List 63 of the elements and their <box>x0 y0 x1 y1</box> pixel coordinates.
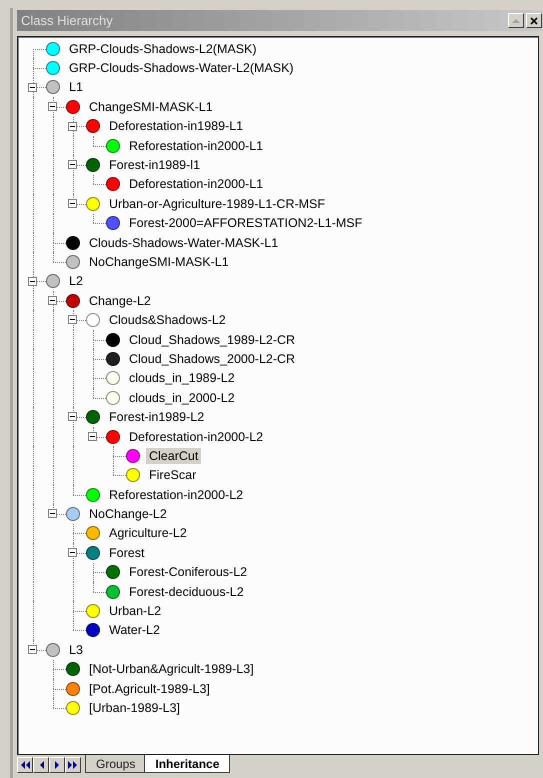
previous-tab-button[interactable] <box>33 757 49 773</box>
class-label[interactable]: Reforestation-in2000-L1 <box>126 138 266 154</box>
class-label[interactable]: Forest-2000=AFFORESTATION2-L1-MSF <box>126 215 366 232</box>
class-label[interactable]: Clouds-Shadows-Water-MASK-L1 <box>86 234 282 251</box>
class-label[interactable]: Cloud_Shadows_2000-L2-CR <box>126 350 298 367</box>
collapse-toggle[interactable] <box>68 315 77 324</box>
class-label[interactable]: L1 <box>66 79 86 96</box>
class-label[interactable]: Deforestation-in2000-L2 <box>126 428 266 444</box>
class-label[interactable]: GRP-Clouds-Shadows-Water-L2(MASK) <box>66 60 297 76</box>
class-label[interactable]: ClearCut <box>146 448 202 464</box>
close-icon <box>530 16 538 24</box>
class-label[interactable]: clouds_in_2000-L2 <box>126 390 238 406</box>
collapse-toggle[interactable] <box>68 160 77 170</box>
class-label[interactable]: L3 <box>66 642 86 658</box>
class-label[interactable]: Forest-Coniferous-L2 <box>126 564 250 580</box>
class-label[interactable]: L2 <box>66 273 86 290</box>
collapse-toggle[interactable] <box>68 122 77 131</box>
class-label[interactable]: Forest-deciduous-L2 <box>126 584 247 600</box>
collapse-toggle[interactable] <box>68 548 77 558</box>
collapse-toggle[interactable] <box>48 509 57 518</box>
class-label[interactable]: Forest <box>106 544 148 561</box>
next-tab-button[interactable] <box>49 757 65 773</box>
last-tab-button[interactable] <box>65 757 81 773</box>
close-button[interactable] <box>526 13 542 28</box>
class-label[interactable]: Clouds&Shadows-L2 <box>106 312 229 328</box>
class-label[interactable]: Water-L2 <box>106 622 163 638</box>
class-label[interactable]: NoChange-L2 <box>86 506 170 522</box>
class-label[interactable]: Reforestation-in2000-L2 <box>106 486 246 503</box>
restore-button[interactable] <box>508 13 524 28</box>
left-arrow-icon <box>38 761 44 769</box>
class-label[interactable]: Forest-in1989-L2 <box>106 409 208 426</box>
class-label[interactable]: Urban-or-Agriculture-1989-L1-CR-MSF <box>106 196 328 212</box>
class-label[interactable]: Agriculture-L2 <box>106 525 190 542</box>
collapse-toggle[interactable] <box>28 82 37 92</box>
collapse-toggle[interactable] <box>88 432 97 441</box>
collapse-toggle[interactable] <box>48 296 57 306</box>
class-label[interactable]: clouds_in_1989-L2 <box>126 370 238 386</box>
collapse-toggle[interactable] <box>68 199 77 208</box>
class-label[interactable]: Deforestation-in1989-L1 <box>106 118 246 134</box>
class-label[interactable]: Urban-L2 <box>106 603 164 620</box>
first-tab-button[interactable] <box>17 757 33 773</box>
collapse-toggle[interactable] <box>48 102 57 112</box>
double-left-arrow-icon <box>20 761 30 769</box>
collapse-toggle[interactable] <box>28 276 37 286</box>
class-label[interactable]: [Urban-1989-L3] <box>86 700 184 716</box>
class-label[interactable]: FireScar <box>146 467 200 484</box>
double-right-arrow-icon <box>68 761 78 769</box>
class-label[interactable]: Change-L2 <box>86 292 154 309</box>
window-title: Class Hierarchy <box>21 13 113 28</box>
collapse-toggle[interactable] <box>28 645 37 654</box>
class-label[interactable]: GRP-Clouds-Shadows-L2(MASK) <box>66 40 260 57</box>
right-arrow-icon <box>54 761 60 769</box>
class-label[interactable]: [Not-Urban&Agricult-1989-L3] <box>86 661 257 678</box>
up-triangle-icon <box>512 18 520 24</box>
tab[interactable]: Groups <box>85 755 146 773</box>
class-label[interactable]: Forest-in1989-l1 <box>106 157 204 174</box>
class-label[interactable]: Deforestation-in2000-L1 <box>126 176 266 192</box>
class-label[interactable]: ChangeSMI-MASK-L1 <box>86 98 216 115</box>
class-label[interactable]: [Pot.Agricult-1989-L3] <box>86 680 213 697</box>
collapse-toggle[interactable] <box>68 412 77 422</box>
class-label[interactable]: NoChangeSMI-MASK-L1 <box>86 254 232 270</box>
tab[interactable]: Inheritance <box>144 755 230 773</box>
class-label[interactable]: Cloud_Shadows_1989-L2-CR <box>126 332 298 348</box>
